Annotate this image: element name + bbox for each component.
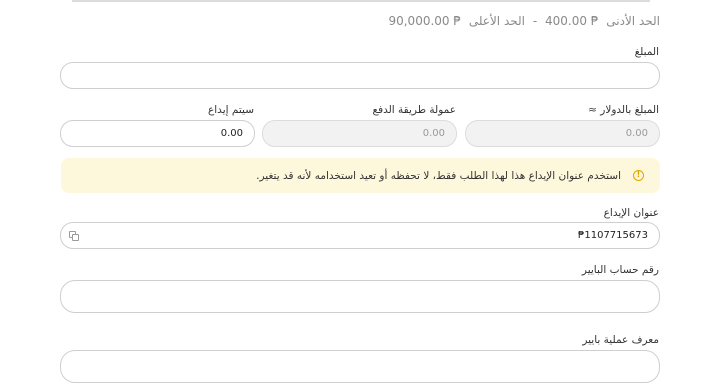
amount-limits: الحد الأدنى ₱ 400.00 - الحد الأعلى ₱ 90,… bbox=[384, 14, 660, 28]
usd-amount-field: 0.00 bbox=[465, 120, 660, 147]
payer-transaction-input[interactable] bbox=[60, 350, 660, 383]
deposit-total-label: سيتم إيداع bbox=[208, 104, 254, 116]
deposit-address-notice: ! استخدم عنوان الإيداع هذا لهذا الطلب فق… bbox=[61, 158, 660, 193]
payer-transaction-label: معرف عملية بايير bbox=[582, 334, 659, 346]
usd-amount-label: المبلغ بالدولار ≈ bbox=[588, 104, 659, 116]
min-limit-label: الحد الأدنى bbox=[606, 14, 660, 28]
payment-fee-label: عمولة طريقة الدفع bbox=[372, 104, 456, 116]
deposit-total-field: 0.00 bbox=[60, 120, 255, 147]
payer-account-label: رقم حساب البايير bbox=[581, 264, 659, 276]
min-limit-value: ₱ 400.00 bbox=[545, 14, 599, 28]
deposit-address-field: ₱1107715673 bbox=[60, 222, 660, 249]
amount-input[interactable] bbox=[60, 62, 660, 89]
top-divider bbox=[72, 0, 650, 2]
amount-label: المبلغ bbox=[634, 46, 659, 58]
max-limit-value: ₱ 90,000.00 bbox=[388, 14, 461, 28]
limit-separator: - bbox=[532, 14, 538, 28]
payer-account-input[interactable] bbox=[60, 280, 660, 313]
payment-fee-field: 0.00 bbox=[262, 120, 457, 147]
notice-text: استخدم عنوان الإيداع هذا لهذا الطلب فقط،… bbox=[256, 169, 621, 182]
max-limit-label: الحد الأعلى bbox=[468, 14, 525, 28]
deposit-address-label: عنوان الإيداع bbox=[603, 207, 659, 219]
copy-icon[interactable] bbox=[69, 231, 79, 241]
warning-circle-icon: ! bbox=[633, 170, 644, 181]
